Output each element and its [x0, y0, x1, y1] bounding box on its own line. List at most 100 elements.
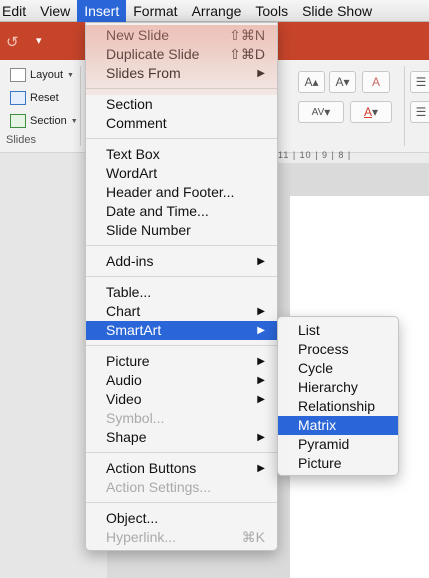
customize-toolbar-icon[interactable]: ▾	[36, 34, 42, 47]
reset-button[interactable]: Reset	[10, 91, 59, 105]
menu-arrange[interactable]: Arrange	[185, 0, 249, 22]
menu-item-label: Action Settings...	[106, 479, 212, 495]
menu-item-label: Duplicate Slide	[106, 46, 200, 62]
menu-separator	[86, 502, 277, 503]
align-icon: ☰	[415, 105, 427, 119]
menu-item-picture[interactable]: Picture ▶	[86, 352, 277, 371]
clear-formatting-button[interactable]: A	[362, 71, 390, 93]
menu-item-wordart[interactable]: WordArt	[86, 164, 277, 183]
menu-item-label: Hyperlink...	[106, 529, 177, 545]
menu-item-slides-from[interactable]: Slides From ▶	[86, 64, 277, 83]
menu-item-new-slide[interactable]: New Slide ⇧⌘N	[86, 26, 277, 45]
menu-item-label: Object...	[106, 510, 159, 526]
menu-item-comment[interactable]: Comment	[86, 114, 277, 133]
menu-separator	[86, 276, 277, 277]
submenu-arrow-icon: ▶	[257, 394, 265, 405]
menu-item-label: Text Box	[106, 146, 160, 162]
menu-tools[interactable]: Tools	[248, 0, 295, 22]
layout-label: Layout	[30, 69, 64, 81]
menu-item-label: Symbol...	[106, 410, 165, 426]
shrink-font-icon: A	[335, 75, 344, 89]
shortcut-label: ⇧⌘N	[229, 27, 265, 43]
submenu-arrow-icon: ▶	[257, 356, 265, 367]
menu-item-table[interactable]: Table...	[86, 283, 277, 302]
chevron-down-icon: ▼	[70, 117, 78, 125]
insert-menu: New Slide ⇧⌘N Duplicate Slide ⇧⌘D Slides F…	[85, 22, 278, 551]
menu-item-label: Slide Number	[106, 222, 191, 238]
menu-item-hyperlink: Hyperlink... ⌘K	[86, 528, 277, 547]
undo-icon[interactable]: ↺	[6, 33, 19, 51]
submenu-item-hierarchy[interactable]: Hierarchy	[278, 378, 398, 397]
character-spacing-button[interactable]: AV ▾	[298, 101, 344, 123]
menu-item-label: Picture	[106, 353, 150, 369]
menu-item-add-ins[interactable]: Add-ins ▶	[86, 252, 277, 271]
menu-edit[interactable]: Edit	[0, 0, 33, 22]
section-label: Section	[30, 115, 67, 127]
font-color-button[interactable]: A ▾	[350, 101, 392, 123]
menu-item-action-buttons[interactable]: Action Buttons ▶	[86, 459, 277, 478]
reset-icon	[10, 91, 26, 105]
menu-item-label: Audio	[106, 372, 142, 388]
ribbon-divider	[80, 66, 81, 146]
align-button[interactable]: ☰	[410, 101, 429, 123]
layout-button[interactable]: Layout ▼	[10, 68, 74, 82]
shortcut-label: ⌘K	[241, 529, 265, 545]
submenu-item-list[interactable]: List	[278, 321, 398, 340]
menu-item-audio[interactable]: Audio ▶	[86, 371, 277, 390]
character-spacing-icon: AV	[311, 106, 325, 118]
submenu-item-pyramid[interactable]: Pyramid	[278, 435, 398, 454]
eraser-icon: A	[371, 75, 380, 89]
menu-item-slide-number[interactable]: Slide Number	[86, 221, 277, 240]
submenu-arrow-icon: ▶	[257, 256, 265, 267]
menu-item-chart[interactable]: Chart ▶	[86, 302, 277, 321]
menu-separator	[86, 345, 277, 346]
submenu-arrow-icon: ▶	[257, 325, 265, 336]
submenu-item-process[interactable]: Process	[278, 340, 398, 359]
menu-item-video[interactable]: Video ▶	[86, 390, 277, 409]
submenu-arrow-icon: ▶	[257, 68, 265, 79]
menu-item-label: SmartArt	[106, 322, 162, 338]
font-color-icon: A	[363, 105, 372, 119]
grow-font-button[interactable]: A ▴	[298, 71, 325, 93]
menu-item-shape[interactable]: Shape ▶	[86, 428, 277, 447]
chevron-down-icon: ▼	[67, 71, 74, 79]
slides-group-label: Slides	[6, 134, 36, 146]
menu-bar: Edit View Insert Format Arrange Tools Sl…	[0, 0, 429, 22]
menu-separator	[86, 452, 277, 453]
shrink-font-button[interactable]: A ▾	[329, 71, 356, 93]
menu-item-smartart[interactable]: SmartArt ▶	[86, 321, 277, 340]
submenu-item-relationship[interactable]: Relationship	[278, 397, 398, 416]
menu-item-duplicate-slide[interactable]: Duplicate Slide ⇧⌘D	[86, 45, 277, 64]
menu-format[interactable]: Format	[126, 0, 184, 22]
submenu-item-cycle[interactable]: Cycle	[278, 359, 398, 378]
menu-view[interactable]: View	[33, 0, 77, 22]
menu-item-label: WordArt	[106, 165, 158, 181]
menu-item-object[interactable]: Object...	[86, 509, 277, 528]
menu-item-header-footer[interactable]: Header and Footer...	[86, 183, 277, 202]
layout-icon	[10, 68, 26, 82]
menu-item-label: Comment	[106, 115, 167, 131]
grow-font-icon: A	[304, 75, 313, 89]
menu-separator	[86, 245, 277, 246]
bullets-button[interactable]: ☰	[410, 71, 429, 93]
section-button[interactable]: Section ▼	[10, 114, 78, 128]
menu-item-label: Chart	[106, 303, 141, 319]
submenu-item-matrix[interactable]: Matrix	[278, 416, 398, 435]
smartart-submenu: List Process Cycle Hierarchy Relationshi…	[277, 316, 399, 476]
menu-item-action-settings: Action Settings...	[86, 478, 277, 497]
menu-item-text-box[interactable]: Text Box	[86, 145, 277, 164]
menu-insert[interactable]: Insert	[77, 0, 127, 22]
submenu-arrow-icon: ▶	[257, 432, 265, 443]
menu-item-section[interactable]: Section	[86, 95, 277, 114]
menu-separator	[86, 88, 277, 89]
menu-item-label: Section	[106, 96, 153, 112]
section-icon	[10, 114, 26, 128]
submenu-arrow-icon: ▶	[257, 375, 265, 386]
menu-item-date-time[interactable]: Date and Time...	[86, 202, 277, 221]
menu-item-label: Video	[106, 391, 142, 407]
submenu-item-picture[interactable]: Picture	[278, 454, 398, 473]
menu-item-label: Add-ins	[106, 253, 154, 269]
menu-item-label: Date and Time...	[106, 203, 209, 219]
menu-slide-show[interactable]: Slide Show	[295, 0, 379, 22]
menu-item-label: Slides From	[106, 65, 181, 81]
